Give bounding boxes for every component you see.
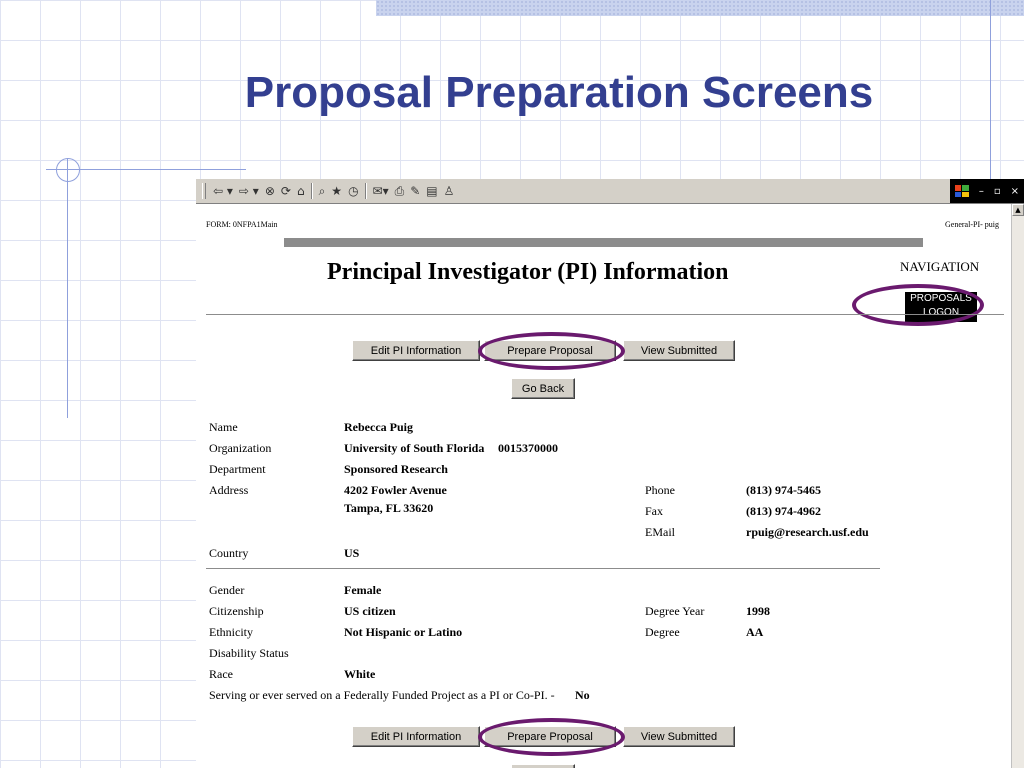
organization-id: 0015370000 — [498, 441, 558, 455]
phone-value: (813) 974-5465 — [746, 483, 821, 497]
slide-deco-circle — [56, 158, 80, 182]
gender-value: Female — [344, 583, 382, 597]
federal-project-value: No — [575, 688, 590, 702]
divider — [206, 314, 1004, 315]
print-icon[interactable]: ⎙ — [395, 183, 405, 199]
messenger-icon[interactable]: ♙ — [444, 183, 455, 199]
scroll-up-arrow-icon[interactable]: ▲ — [1012, 204, 1024, 216]
country-label: Country — [209, 546, 249, 560]
restore-icon[interactable]: ▫ — [994, 186, 1001, 197]
race-label: Race — [209, 667, 233, 681]
federal-project-label: Serving or ever served on a Federally Fu… — [209, 688, 555, 702]
history-icon[interactable]: ◷ — [348, 183, 358, 199]
fax-label: Fax — [645, 504, 663, 518]
email-label: EMail — [645, 525, 675, 539]
windows-logo-icon — [954, 185, 969, 197]
favorites-icon[interactable]: ★ — [331, 183, 342, 199]
vertical-scrollbar[interactable] — [1011, 204, 1024, 768]
country-value: US — [344, 546, 360, 560]
highlight-oval — [852, 284, 984, 326]
discuss-icon[interactable]: ▤ — [426, 183, 437, 199]
department-label: Department — [209, 462, 266, 476]
citizenship-value: US citizen — [344, 604, 396, 618]
minimize-icon[interactable]: – — [979, 186, 984, 197]
email-value: rpuig@research.usf.edu — [746, 525, 869, 539]
forward-icon[interactable]: ⇨ ▾ — [239, 183, 259, 199]
gender-label: Gender — [209, 583, 245, 597]
view-submitted-button[interactable]: View Submitted — [623, 726, 735, 747]
divider — [206, 568, 880, 569]
degree-year-value: 1998 — [746, 604, 770, 618]
degree-value: AA — [746, 625, 764, 639]
race-value: White — [344, 667, 376, 681]
organization-label: Organization — [209, 441, 272, 455]
edit-pi-information-button[interactable]: Edit PI Information — [352, 726, 480, 747]
navigation-label: NAVIGATION — [900, 259, 980, 274]
organization-value: University of South Florida — [344, 441, 485, 455]
edit-pi-information-button[interactable]: Edit PI Information — [352, 340, 480, 361]
page-title: Principal Investigator (PI) Information — [327, 259, 729, 285]
stop-icon[interactable]: ⊗ — [265, 183, 275, 199]
go-back-button[interactable]: Go Back — [511, 378, 575, 399]
page-content: FORM: 0NFPA1Main General-PI- puig Princi… — [196, 204, 1011, 768]
close-icon[interactable]: × — [1011, 186, 1019, 197]
disability-status-label: Disability Status — [209, 646, 289, 660]
address-line-2: Tampa, FL 33620 — [344, 501, 434, 515]
highlight-oval — [478, 718, 625, 756]
toolbar-separator — [364, 183, 367, 199]
degree-year-label: Degree Year — [645, 604, 705, 618]
name-label: Name — [209, 420, 238, 434]
fax-value: (813) 974-4962 — [746, 504, 821, 518]
ethnicity-value: Not Hispanic or Latino — [344, 625, 463, 639]
user-id: General-PI- puig — [945, 220, 999, 229]
form-id: FORM: 0NFPA1Main — [206, 220, 278, 229]
ethnicity-label: Ethnicity — [209, 625, 253, 639]
home-icon[interactable]: ⌂ — [297, 183, 305, 199]
address-line-1: 4202 Fowler Avenue — [344, 483, 447, 497]
slide-deco-vertical-line — [67, 158, 68, 418]
mail-icon[interactable]: ✉▾ — [373, 183, 389, 199]
toolbar-separator — [310, 183, 313, 199]
refresh-icon[interactable]: ⟳ — [281, 183, 291, 199]
header-bar — [284, 238, 923, 247]
name-value: Rebecca Puig — [344, 420, 413, 434]
browser-window: ⇦ ▾ ⇨ ▾ ⊗ ⟳ ⌂ ⌕ ★ ◷ ✉▾ ⎙ ✎ ▤ ♙ – ▫ × ▲ F… — [196, 179, 1024, 768]
edit-icon[interactable]: ✎ — [410, 183, 420, 199]
toolbar-grip[interactable] — [202, 183, 206, 199]
highlight-oval — [478, 332, 625, 370]
browser-toolbar: ⇦ ▾ ⇨ ▾ ⊗ ⟳ ⌂ ⌕ ★ ◷ ✉▾ ⎙ ✎ ▤ ♙ – ▫ × — [196, 179, 1024, 204]
degree-label: Degree — [645, 625, 680, 639]
department-value: Sponsored Research — [344, 462, 448, 476]
address-label: Address — [209, 483, 249, 497]
back-icon[interactable]: ⇦ ▾ — [213, 183, 233, 199]
slide-top-band — [376, 0, 1024, 16]
search-icon[interactable]: ⌕ — [319, 183, 326, 199]
citizenship-label: Citizenship — [209, 604, 264, 618]
phone-label: Phone — [645, 483, 675, 497]
view-submitted-button[interactable]: View Submitted — [623, 340, 735, 361]
slide-title: Proposal Preparation Screens — [244, 68, 874, 117]
go-back-button-partial[interactable] — [511, 764, 575, 768]
window-controls: – ▫ × — [950, 179, 1024, 203]
